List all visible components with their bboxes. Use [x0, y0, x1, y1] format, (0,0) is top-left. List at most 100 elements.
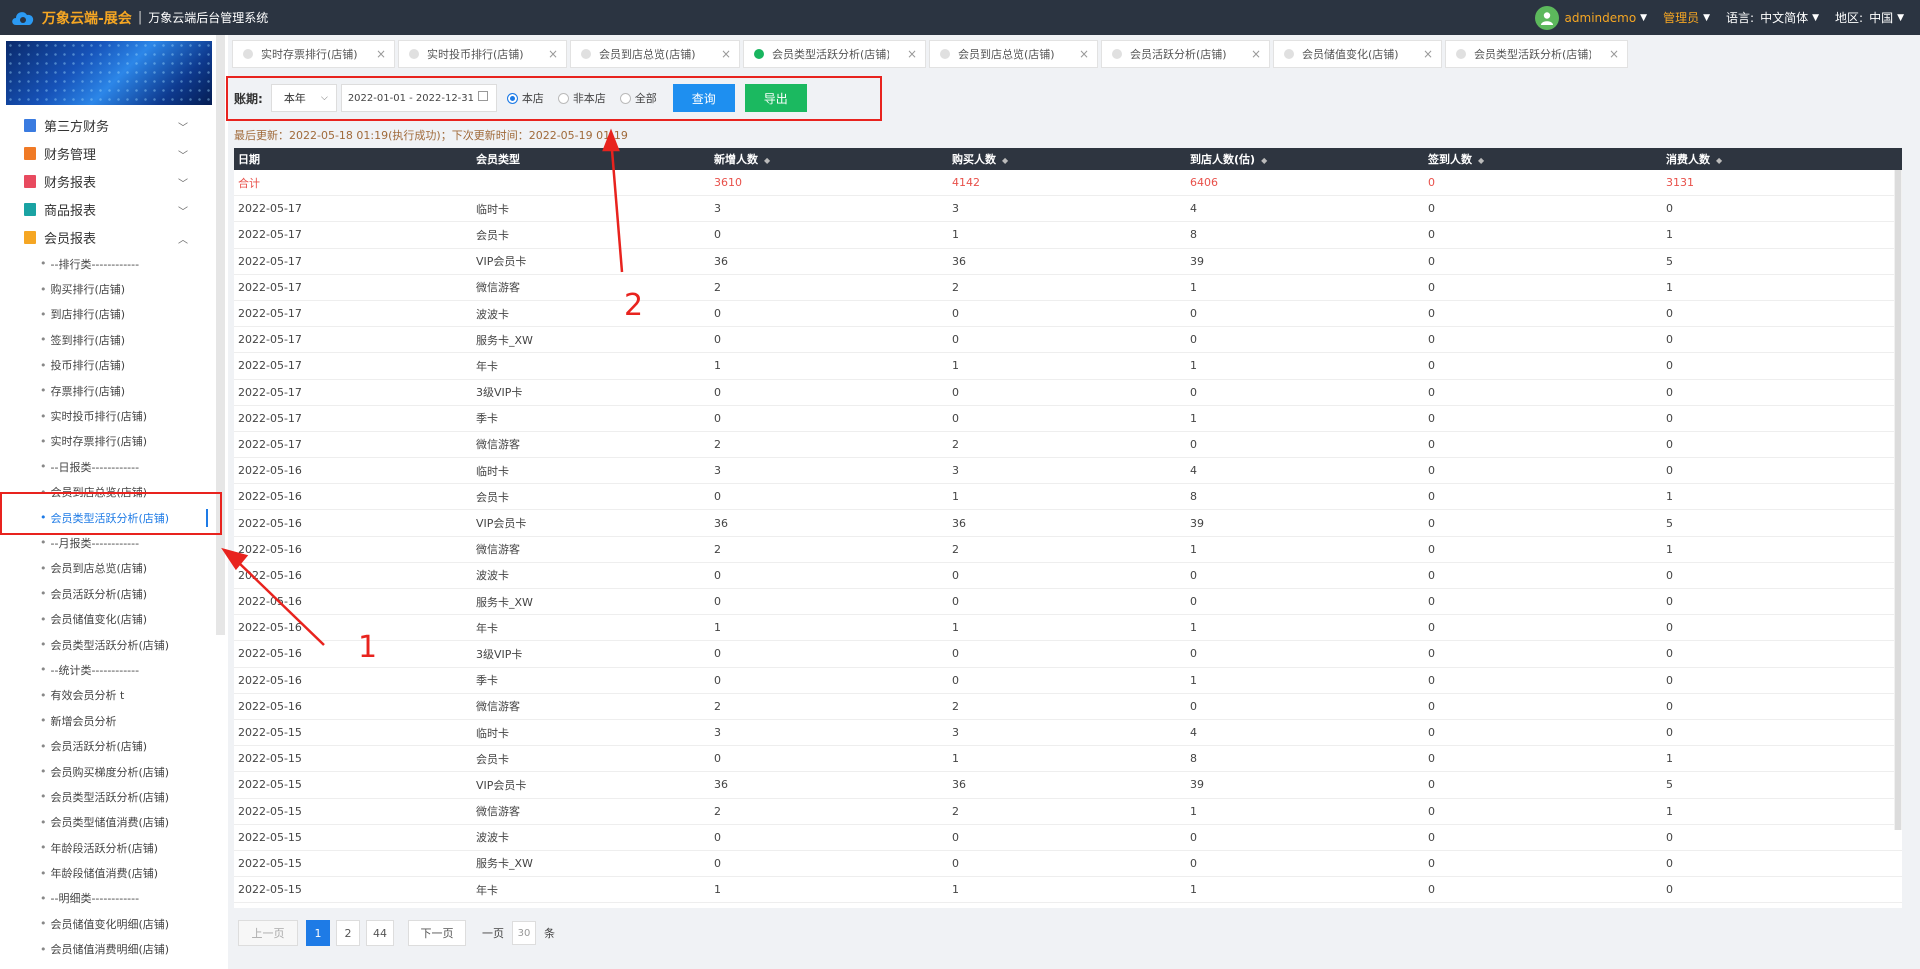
- sort-icon[interactable]: ◆: [1261, 156, 1267, 165]
- sidebar-group-4[interactable]: 会员报表 ︿: [0, 223, 214, 251]
- scrollbar-thumb[interactable]: [1895, 170, 1901, 830]
- language-menu[interactable]: 语言: 中文简体 ▼: [1726, 9, 1819, 26]
- sidebar-subitem[interactable]: 会员活跃分析(店铺): [0, 581, 214, 606]
- close-icon[interactable]: ×: [721, 47, 731, 61]
- sidebar-subitem[interactable]: 实时投币排行(店铺): [0, 403, 214, 428]
- table-cell: 0: [1428, 883, 1435, 897]
- column-header[interactable]: 签到人数 ◆: [1424, 151, 1662, 167]
- tab-2[interactable]: 会员到店总览(店铺) ×: [570, 40, 740, 68]
- table-cell: 0: [952, 595, 959, 609]
- sort-icon[interactable]: ◆: [1478, 156, 1484, 165]
- close-icon[interactable]: ×: [1079, 47, 1089, 61]
- table-total-row: 合计 3610 4142 6406 0 3131: [234, 170, 1902, 197]
- user-menu[interactable]: admindemo ▼: [1565, 11, 1648, 25]
- sidebar-scrollbar[interactable]: [216, 35, 225, 635]
- prev-page-button[interactable]: 上一页: [238, 920, 298, 946]
- sidebar-subitem[interactable]: 会员到店总览(店铺): [0, 556, 214, 581]
- export-button[interactable]: 导出: [744, 84, 807, 112]
- table-cell: 3: [952, 464, 959, 478]
- table-scrollbar[interactable]: [1894, 170, 1902, 830]
- sidebar-subitem[interactable]: 会员类型活跃分析(店铺): [0, 505, 214, 530]
- close-icon[interactable]: ×: [1609, 47, 1619, 61]
- sidebar-subitem[interactable]: 实时存票排行(店铺): [0, 429, 214, 454]
- sidebar-subitem[interactable]: 会员升级历史(店铺): [0, 962, 214, 969]
- tab-4[interactable]: 会员到店总览(店铺) ×: [929, 40, 1098, 68]
- table-cell: 0: [1428, 202, 1435, 216]
- sidebar-subitem[interactable]: 会员类型储值消费(店铺): [0, 810, 214, 835]
- sort-icon[interactable]: ◆: [1716, 156, 1722, 165]
- tab-7[interactable]: 会员类型活跃分析(店铺) ×: [1445, 40, 1628, 68]
- table-cell: 0: [1190, 856, 1197, 870]
- sidebar-subitem[interactable]: 到店排行(店铺): [0, 302, 214, 327]
- column-header[interactable]: 消费人数 ◆: [1662, 151, 1900, 167]
- sidebar-subitem[interactable]: 年龄段储值消费(店铺): [0, 860, 214, 885]
- radio-option-2[interactable]: 全部: [619, 90, 657, 106]
- avatar[interactable]: [1534, 5, 1559, 30]
- column-header[interactable]: 购买人数 ◆: [948, 151, 1186, 167]
- period-select[interactable]: 本年 ⌵: [270, 84, 337, 112]
- sidebar-subitem[interactable]: 投币排行(店铺): [0, 353, 214, 378]
- page-button[interactable]: 44: [366, 920, 394, 946]
- sort-icon[interactable]: ◆: [764, 156, 770, 165]
- table-cell: 1: [952, 752, 959, 766]
- sidebar-group-3[interactable]: 商品报表 ﹀: [0, 195, 214, 223]
- sidebar-subitem[interactable]: 会员储值变化明细(店铺): [0, 911, 214, 936]
- sidebar-subitem[interactable]: 存票排行(店铺): [0, 378, 214, 403]
- radio-option-0[interactable]: 本店: [506, 90, 544, 106]
- sidebar-group-0[interactable]: 第三方财务 ﹀: [0, 111, 214, 139]
- table-cell: 0: [714, 568, 721, 582]
- table-cell: 0: [952, 647, 959, 661]
- next-page-button[interactable]: 下一页: [408, 920, 466, 946]
- close-icon[interactable]: ×: [548, 47, 558, 61]
- sidebar-subitem[interactable]: 购买排行(店铺): [0, 276, 214, 301]
- radio-option-1[interactable]: 非本店: [557, 90, 606, 106]
- tab-3[interactable]: 会员类型活跃分析(店铺) ×: [743, 40, 926, 68]
- tab-0[interactable]: 实时存票排行(店铺) ×: [232, 40, 395, 68]
- sidebar-subitem[interactable]: 会员到店总览(店铺): [0, 480, 214, 505]
- sidebar-subitem[interactable]: 会员购买梯度分析(店铺): [0, 759, 214, 784]
- table-cell: 1: [952, 359, 959, 373]
- sidebar-subitem: --统计类------------: [0, 657, 214, 682]
- page-button[interactable]: 1: [306, 920, 330, 946]
- close-icon[interactable]: ×: [376, 47, 386, 61]
- date-range-input[interactable]: 2022-01-01 - 2022-12-31: [340, 84, 497, 112]
- table-cell: 2022-05-17: [238, 280, 302, 294]
- role-menu[interactable]: 管理员 ▼: [1663, 9, 1710, 26]
- sidebar-subitem[interactable]: 会员活跃分析(店铺): [0, 733, 214, 758]
- column-header[interactable]: 新增人数 ◆: [710, 151, 948, 167]
- sidebar-group-1[interactable]: 财务管理 ﹀: [0, 139, 214, 167]
- sidebar-group-2[interactable]: 财务报表 ﹀: [0, 167, 214, 195]
- column-header[interactable]: 到店人数(估) ◆: [1186, 151, 1424, 167]
- close-icon[interactable]: ×: [1423, 47, 1433, 61]
- sidebar-subitem[interactable]: 会员储值消费明细(店铺): [0, 937, 214, 962]
- tab-5[interactable]: 会员活跃分析(店铺) ×: [1101, 40, 1270, 68]
- sidebar-subitem[interactable]: 会员类型活跃分析(店铺): [0, 784, 214, 809]
- page-button[interactable]: 2: [336, 920, 360, 946]
- per-page-input[interactable]: 30: [512, 921, 536, 945]
- sidebar-subitem[interactable]: 签到排行(店铺): [0, 327, 214, 352]
- table-cell: 0: [714, 307, 721, 321]
- tab-1[interactable]: 实时投币排行(店铺) ×: [398, 40, 567, 68]
- brand[interactable]: 万象云端-展会 | 万象云端后台管理系统: [10, 7, 268, 29]
- table-cell: 0: [1190, 699, 1197, 713]
- table-cell: 0: [1428, 830, 1435, 844]
- table-cell: 1: [1190, 804, 1197, 818]
- tab-6[interactable]: 会员储值变化(店铺) ×: [1273, 40, 1442, 68]
- sidebar-subitem[interactable]: 会员类型活跃分析(店铺): [0, 632, 214, 657]
- sidebar-subitem[interactable]: 有效会员分析 t: [0, 683, 214, 708]
- per-page-suffix: 条: [544, 927, 555, 940]
- sidebar-subitem[interactable]: 年龄段活跃分析(店铺): [0, 835, 214, 860]
- query-button[interactable]: 查询: [672, 84, 735, 112]
- sidebar-subitem[interactable]: 会员储值变化(店铺): [0, 606, 214, 631]
- chevron-down-icon: ▼: [1703, 12, 1711, 23]
- region-menu[interactable]: 地区: 中国 ▼: [1835, 9, 1904, 26]
- close-icon[interactable]: ×: [1251, 47, 1261, 61]
- table-cell: 2022-05-17: [238, 385, 302, 399]
- table-cell: 2022-05-17: [238, 202, 302, 216]
- table-row: 2022-05-15 年卡 1 1 1 0 0: [234, 877, 1902, 904]
- sort-icon[interactable]: ◆: [1002, 156, 1008, 165]
- column-header-label: 新增人数: [714, 153, 758, 166]
- close-icon[interactable]: ×: [907, 47, 917, 61]
- sidebar-subitem[interactable]: 新增会员分析: [0, 708, 214, 733]
- sidebar-group-label: 商品报表: [44, 203, 97, 219]
